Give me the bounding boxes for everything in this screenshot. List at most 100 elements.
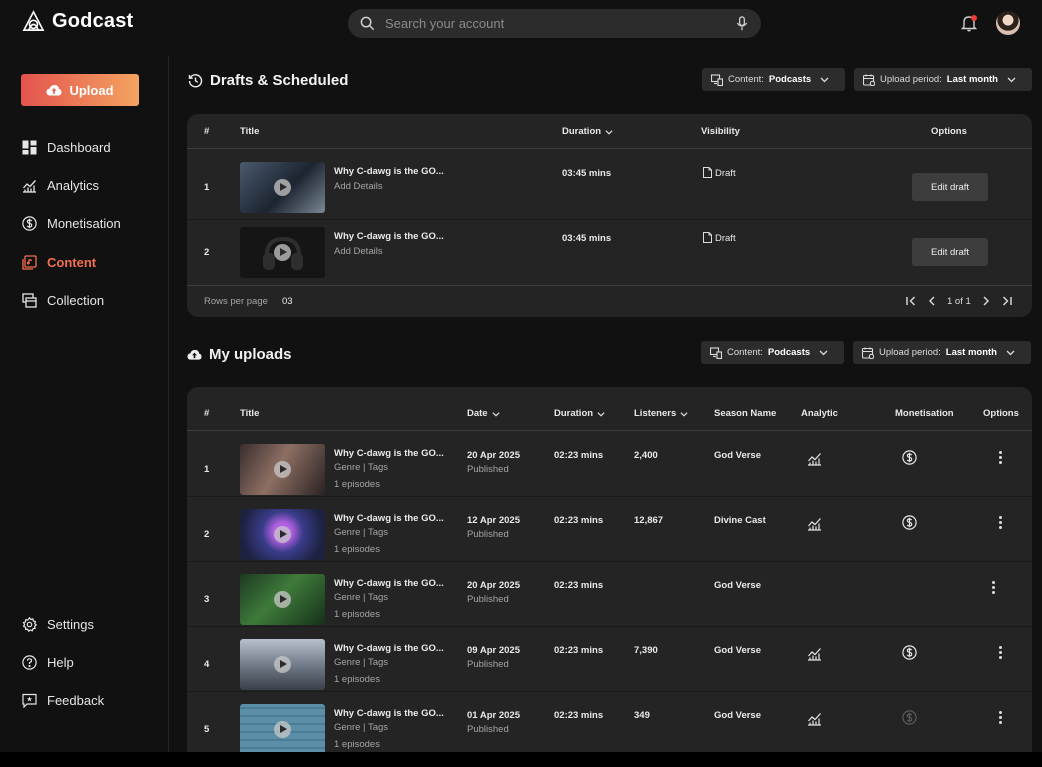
- more-options-icon[interactable]: [999, 646, 1003, 660]
- play-icon[interactable]: [274, 591, 291, 608]
- genre-tags: Genre | Tags: [334, 462, 389, 473]
- content-type-icon: [711, 73, 723, 86]
- sidebar-item-label: Analytics: [47, 178, 100, 193]
- column-header-listeners[interactable]: Listeners: [634, 408, 688, 419]
- play-icon[interactable]: [274, 526, 291, 543]
- play-icon[interactable]: [274, 721, 291, 738]
- logo[interactable]: Godcast: [22, 10, 133, 33]
- header-divider: [187, 148, 1032, 149]
- analytics-icon: [808, 713, 821, 726]
- drafts-period-filter[interactable]: Upload period: Last month: [854, 68, 1032, 91]
- sidebar-item-analytics[interactable]: Analytics: [22, 178, 99, 193]
- sidebar-item-monetisation[interactable]: Monetisation: [22, 216, 121, 231]
- episode-thumbnail[interactable]: [240, 509, 325, 560]
- column-header-options: Options: [931, 126, 967, 137]
- episode-thumbnail[interactable]: [240, 704, 325, 752]
- dollar-icon: [902, 710, 917, 725]
- episode-thumbnail[interactable]: [240, 444, 325, 495]
- play-icon[interactable]: [274, 179, 291, 196]
- listeners-count: 12,867: [634, 515, 664, 526]
- uploads-table: # Title Date Duration Listeners Season N…: [187, 387, 1032, 752]
- uploads-content-filter[interactable]: Content: Podcasts: [701, 341, 844, 364]
- chevron-down-icon: [819, 350, 828, 356]
- chevron-down-icon: [820, 77, 829, 83]
- monetisation-button[interactable]: [902, 710, 917, 730]
- uploads-section-title: My uploads: [187, 346, 292, 363]
- more-options-icon[interactable]: [999, 711, 1003, 725]
- episode-thumbnail[interactable]: [240, 227, 325, 278]
- publish-status: Published: [467, 594, 509, 605]
- header-divider: [187, 430, 1032, 431]
- uploads-period-filter[interactable]: Upload period: Last month: [853, 341, 1031, 364]
- sidebar-item-content[interactable]: Content: [22, 255, 96, 270]
- first-page-icon[interactable]: [905, 295, 917, 307]
- microphone-icon[interactable]: [735, 16, 749, 31]
- analytic-button[interactable]: [807, 451, 822, 471]
- play-icon[interactable]: [274, 656, 291, 673]
- column-header-duration[interactable]: Duration: [554, 408, 605, 419]
- dollar-icon: [22, 216, 37, 231]
- more-options-icon[interactable]: [999, 451, 1003, 465]
- more-options-icon[interactable]: [999, 516, 1003, 530]
- episode-thumbnail[interactable]: [240, 574, 325, 625]
- last-page-icon[interactable]: [1001, 295, 1013, 307]
- search-bar[interactable]: [348, 9, 761, 38]
- column-header-date[interactable]: Date: [467, 408, 500, 419]
- search-input[interactable]: [385, 16, 735, 31]
- column-header-title: Title: [240, 126, 260, 137]
- episode-thumbnail[interactable]: [240, 639, 325, 690]
- play-icon[interactable]: [274, 244, 291, 261]
- dollar-icon: [902, 515, 917, 530]
- notification-dot: [971, 15, 977, 21]
- episode-title[interactable]: Why C-dawg is the GO...: [334, 166, 444, 177]
- row-divider: [187, 626, 1032, 627]
- content-icon: [22, 255, 37, 270]
- publish-status: Published: [467, 464, 509, 475]
- add-details-link[interactable]: Add Details: [334, 246, 383, 257]
- previous-page-icon[interactable]: [926, 295, 938, 307]
- visibility: Draft: [703, 167, 736, 179]
- drafts-content-filter[interactable]: Content: Podcasts: [702, 68, 845, 91]
- episode-count: 1 episodes: [334, 544, 380, 555]
- add-details-link[interactable]: Add Details: [334, 181, 383, 192]
- monetisation-button[interactable]: [902, 450, 917, 470]
- user-avatar[interactable]: [996, 11, 1020, 35]
- monetisation-button[interactable]: [902, 515, 917, 535]
- sidebar-item-settings[interactable]: Settings: [22, 617, 94, 632]
- genre-tags: Genre | Tags: [334, 722, 389, 733]
- next-page-icon[interactable]: [980, 295, 992, 307]
- sidebar-item-help[interactable]: Help: [22, 655, 74, 670]
- edit-draft-button[interactable]: Edit draft: [912, 173, 988, 201]
- column-header-duration[interactable]: Duration: [562, 126, 613, 137]
- upload-button[interactable]: Upload: [21, 74, 139, 106]
- episode-title[interactable]: Why C-dawg is the GO...: [334, 448, 444, 459]
- sidebar-item-feedback[interactable]: Feedback: [22, 693, 104, 708]
- monetisation-button[interactable]: [902, 645, 917, 665]
- genre-tags: Genre | Tags: [334, 657, 389, 668]
- edit-draft-button[interactable]: Edit draft: [912, 238, 988, 266]
- season-name: God Verse: [714, 450, 761, 461]
- content-type-icon: [710, 346, 722, 359]
- history-icon: [188, 74, 203, 88]
- sidebar-item-dashboard[interactable]: Dashboard: [22, 140, 111, 155]
- episode-title[interactable]: Why C-dawg is the GO...: [334, 643, 444, 654]
- episode-thumbnail[interactable]: [240, 162, 325, 213]
- analytic-button[interactable]: [807, 516, 822, 536]
- more-options-icon[interactable]: [992, 581, 996, 595]
- analytics-icon: [808, 518, 821, 531]
- row-divider: [187, 219, 1032, 220]
- episode-title[interactable]: Why C-dawg is the GO...: [334, 513, 444, 524]
- sort-chevron-icon: [605, 129, 613, 135]
- calendar-icon: [863, 74, 875, 86]
- sort-chevron-icon: [597, 411, 605, 417]
- analytic-button[interactable]: [807, 646, 822, 666]
- episode-title[interactable]: Why C-dawg is the GO...: [334, 708, 444, 719]
- play-icon[interactable]: [274, 461, 291, 478]
- sidebar-item-collection[interactable]: Collection: [22, 293, 104, 308]
- cloud-upload-icon: [46, 85, 62, 96]
- upload-date: 01 Apr 2025: [467, 710, 520, 721]
- episode-title[interactable]: Why C-dawg is the GO...: [334, 231, 444, 242]
- episode-title[interactable]: Why C-dawg is the GO...: [334, 578, 444, 589]
- analytic-button[interactable]: [807, 711, 822, 731]
- rows-per-page-select[interactable]: 03: [282, 296, 293, 307]
